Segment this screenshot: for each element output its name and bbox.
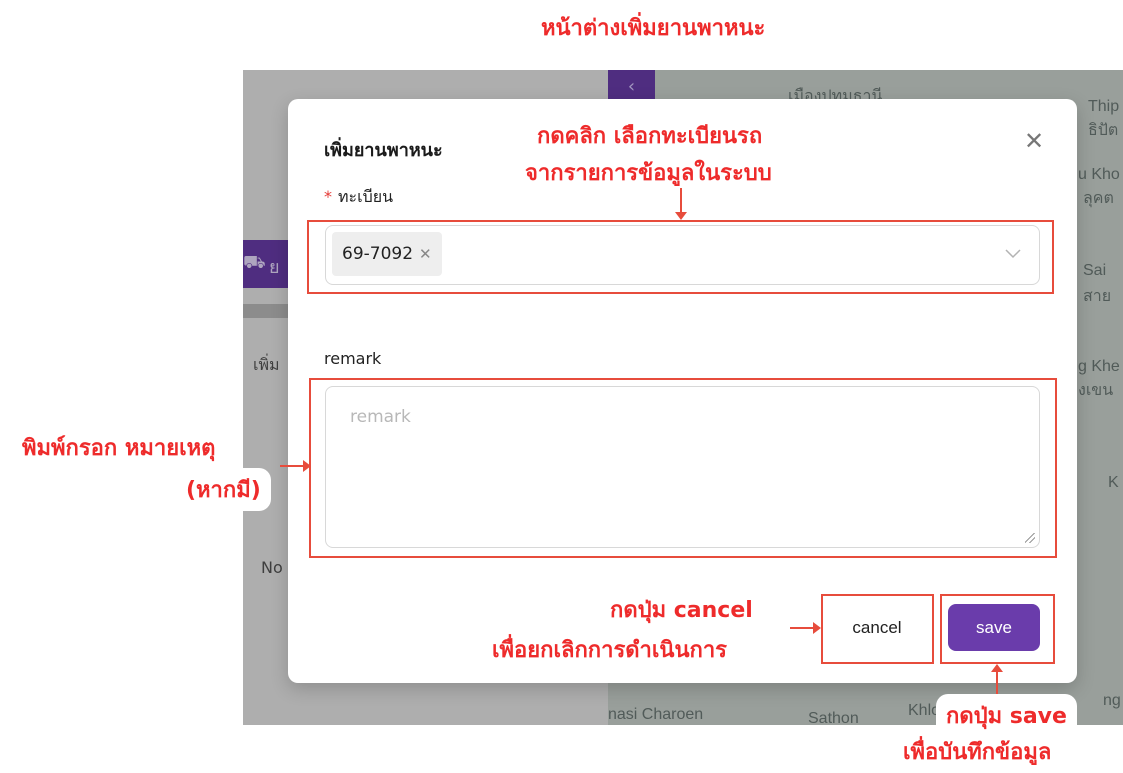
- annotation-cancel-line2: เพื่อยกเลิกการดำเนินการ: [492, 638, 727, 663]
- annotation-cancel-box: [821, 594, 934, 664]
- annotation-arrow: [280, 465, 304, 467]
- plate-label-text: ทะเบียน: [338, 187, 394, 206]
- annotation-select-line2: จากรายการข้อมูลในระบบ: [525, 161, 772, 186]
- annotation-save-line2: เพื่อบันทึกข้อมูล: [893, 730, 1062, 773]
- annotation-select-line1: กดคลิก เลือกทะเบียนรถ: [537, 124, 763, 149]
- annotation-cancel-line1: กดปุ่ม cancel: [610, 598, 753, 623]
- remark-label: remark: [324, 349, 382, 368]
- annotation-header: หน้าต่างเพิ่มยานพาหนะ: [531, 6, 776, 49]
- annotation-arrow: [790, 627, 814, 629]
- close-icon[interactable]: ✕: [1022, 129, 1046, 153]
- plate-label: * ทะเบียน: [324, 185, 393, 210]
- annotation-arrow-head: [991, 664, 1003, 672]
- annotation-arrow: [680, 188, 682, 214]
- annotation-arrow-head: [813, 622, 821, 634]
- annotation-remark-line1: พิมพ์กรอก หมายเหตุ: [12, 426, 226, 469]
- required-mark: *: [324, 187, 332, 206]
- annotation-remark-box: [309, 378, 1057, 558]
- annotation-save-box: [940, 594, 1055, 664]
- annotation-remark-line2: (หากมี): [176, 468, 271, 511]
- annotation-arrow-head: [675, 212, 687, 220]
- dialog-title: เพิ่มยานพาหนะ: [324, 140, 443, 161]
- annotation-select-box: [307, 220, 1054, 294]
